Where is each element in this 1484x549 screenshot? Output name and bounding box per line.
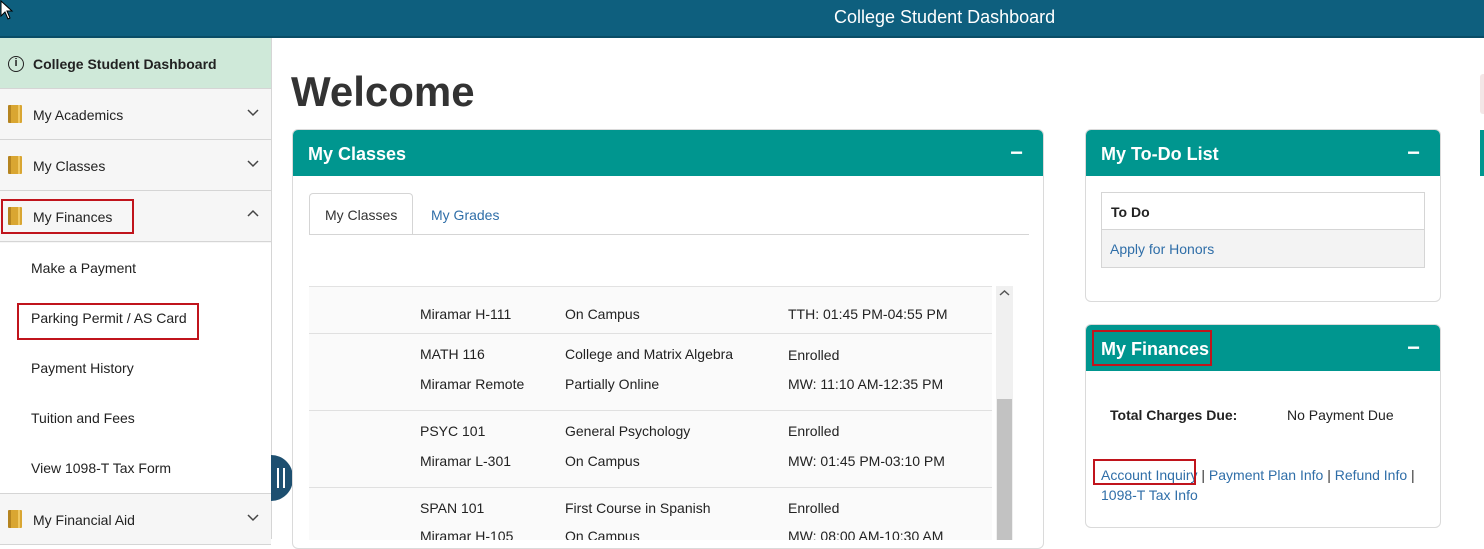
class-mode: On Campus <box>565 453 640 469</box>
class-title: College and Matrix Algebra <box>565 346 734 362</box>
sidebar-item-my-academics[interactable]: My Academics <box>0 89 271 140</box>
panel-title: My To-Do List <box>1101 144 1219 164</box>
panel-header: My To-Do List − <box>1086 130 1440 176</box>
class-list-scrollbar[interactable] <box>996 286 1013 540</box>
sidebar-subitem-make-payment[interactable]: Make a Payment <box>0 243 271 293</box>
class-mode: On Campus <box>565 528 640 540</box>
todo-item-link[interactable]: Apply for Honors <box>1102 230 1424 267</box>
class-title: First Course in Spanish <box>565 500 711 516</box>
class-course: PSYC 101 <box>420 423 486 439</box>
class-location: Miramar L-301 <box>420 453 512 469</box>
class-course: MATH 116 <box>420 346 485 362</box>
minimize-button[interactable]: − <box>1407 335 1420 361</box>
class-schedule: MW: 11:10 AM-12:35 PM <box>788 376 944 392</box>
sidebar-item-label: My Financial Aid <box>33 512 135 528</box>
total-charges-value: No Payment Due <box>1287 407 1394 423</box>
page-title: Welcome <box>291 68 475 115</box>
my-classes-panel: My Classes − My Classes My Grades Mirama… <box>292 129 1044 549</box>
sidebar-subitem-payment-history[interactable]: Payment History <box>0 343 271 393</box>
class-row[interactable]: SPAN 101 First Course in Spanish Enrolle… <box>309 488 992 540</box>
class-row[interactable]: PSYC 101 General Psychology Enrolled Mir… <box>309 411 992 488</box>
sidebar: i College Student Dashboard My Academics… <box>0 38 272 545</box>
chevron-down-icon <box>247 514 259 522</box>
class-schedule: MW: 08:00 AM-10:30 AM <box>788 528 944 540</box>
drag-handle-icon <box>277 468 285 488</box>
link-separator: | <box>1327 467 1331 483</box>
class-list[interactable]: Miramar H-111 On Campus TTH: 01:45 PM-04… <box>309 286 992 540</box>
payment-plan-link[interactable]: Payment Plan Info <box>1209 467 1323 483</box>
class-schedule: TTH: 01:45 PM-04:55 PM <box>788 306 948 322</box>
sidebar-subitem-tuition-fees[interactable]: Tuition and Fees <box>0 393 271 443</box>
page-edge-widget <box>1480 74 1484 114</box>
sidebar-header-label: College Student Dashboard <box>33 56 217 72</box>
highlight-box <box>17 303 199 340</box>
link-separator: | <box>1201 467 1206 483</box>
chevron-down-icon <box>247 160 259 168</box>
highlight-box <box>1092 330 1212 366</box>
todo-panel: My To-Do List − To Do Apply for Honors <box>1085 129 1441 302</box>
sidebar-subitem-label: Payment History <box>31 360 134 376</box>
refund-info-link[interactable]: Refund Info <box>1335 467 1407 483</box>
mouse-cursor-icon <box>0 0 14 20</box>
class-row[interactable]: MATH 116 College and Matrix Algebra Enro… <box>309 334 992 411</box>
info-icon: i <box>8 56 24 72</box>
highlight-box <box>1 199 134 234</box>
class-location: Miramar H-111 <box>420 306 512 322</box>
top-bar: College Student Dashboard <box>0 0 1484 38</box>
sidebar-item-label: My Classes <box>33 158 106 174</box>
class-title: General Psychology <box>565 423 691 439</box>
class-row[interactable]: Miramar H-111 On Campus TTH: 01:45 PM-04… <box>309 287 992 334</box>
sidebar-subitem-1098t[interactable]: View 1098-T Tax Form <box>0 443 271 494</box>
highlight-box <box>1093 459 1196 485</box>
tab-my-classes[interactable]: My Classes <box>309 193 413 235</box>
class-schedule: MW: 01:45 PM-03:10 PM <box>788 453 945 469</box>
tab-divider <box>309 234 1029 235</box>
sidebar-header[interactable]: i College Student Dashboard <box>0 38 271 89</box>
class-mode: On Campus <box>565 306 640 322</box>
link-separator: | <box>1411 467 1415 483</box>
tab-my-grades[interactable]: My Grades <box>431 193 521 235</box>
book-icon <box>8 510 22 528</box>
sidebar-collapse-handle[interactable] <box>271 455 293 501</box>
panel-title: My Classes <box>308 144 407 164</box>
minimize-button[interactable]: − <box>1010 140 1023 166</box>
chevron-up-icon[interactable] <box>999 288 1010 299</box>
sidebar-item-my-financial-aid[interactable]: My Financial Aid <box>0 494 271 545</box>
panel-header: My Classes − <box>293 130 1043 176</box>
todo-header: To Do <box>1102 193 1424 230</box>
chevron-down-icon <box>247 109 259 117</box>
sidebar-item-label: My Academics <box>33 107 124 123</box>
class-status: Enrolled <box>788 347 840 363</box>
tax-info-link[interactable]: 1098-T Tax Info <box>1101 487 1198 503</box>
class-location: Miramar Remote <box>420 376 525 392</box>
class-status: Enrolled <box>788 423 840 439</box>
total-charges-label: Total Charges Due: <box>1110 407 1238 423</box>
book-icon <box>8 105 22 123</box>
sidebar-item-my-classes[interactable]: My Classes <box>0 140 271 191</box>
book-icon <box>8 156 22 174</box>
chevron-up-icon <box>247 209 259 217</box>
class-status: Enrolled <box>788 500 840 516</box>
class-course: SPAN 101 <box>420 500 485 516</box>
sidebar-subitem-label: View 1098-T Tax Form <box>31 460 172 476</box>
page-edge-panel <box>1480 130 1484 176</box>
sidebar-subitem-label: Tuition and Fees <box>31 410 135 426</box>
class-location: Miramar H-105 <box>420 528 514 540</box>
app-title: College Student Dashboard <box>834 7 1056 27</box>
todo-table: To Do Apply for Honors <box>1101 192 1425 268</box>
class-mode: Partially Online <box>565 376 660 392</box>
sidebar-subitem-label: Make a Payment <box>31 260 137 276</box>
scrollbar-thumb[interactable] <box>997 399 1012 540</box>
minimize-button[interactable]: − <box>1407 140 1420 166</box>
